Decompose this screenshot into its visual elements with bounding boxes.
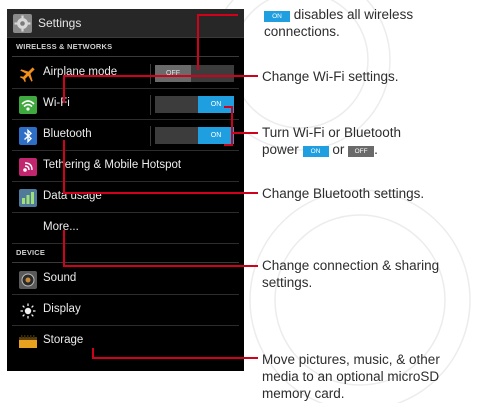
divider [150, 95, 151, 115]
callout-toggles-or: or [332, 142, 345, 157]
callout-storage-line3: memory card. [262, 386, 345, 401]
brightness-icon [18, 301, 38, 320]
settings-item-wifi[interactable]: Wi-Fi ON [12, 89, 239, 120]
callout-storage-line1: Move pictures, music, & other [262, 352, 440, 367]
speaker-icon [18, 270, 38, 289]
wifi-label: Wi-Fi [43, 97, 70, 109]
airplane-mode-toggle[interactable]: OFF [155, 65, 234, 82]
sound-label: Sound [43, 272, 77, 284]
data-usage-icon [18, 188, 38, 207]
settings-item-airplane-mode[interactable]: Airplane mode OFF [12, 58, 239, 89]
callout-bluetooth-text: Change Bluetooth settings. [262, 186, 425, 201]
on-chip: ON [302, 146, 329, 157]
toggle-state-label: ON [198, 127, 234, 144]
callout-toggles-line2: power ON or OFF. [262, 141, 476, 158]
section-header-wireless: WIRELESS & NETWORKS [12, 38, 239, 57]
toggle-state-label: OFF [155, 65, 191, 82]
divider [150, 64, 151, 84]
page-title: Settings [38, 16, 82, 30]
hotspot-icon [18, 157, 38, 176]
settings-item-storage[interactable]: Storage [12, 326, 239, 357]
section-header-device: DEVICE [12, 244, 239, 263]
settings-icon [13, 14, 32, 33]
on-chip: ON [264, 11, 290, 22]
bluetooth-toggle[interactable]: ON [155, 127, 234, 144]
action-bar: Settings [7, 9, 244, 38]
callout-storage-line2: media to an optional microSD [262, 369, 440, 384]
airplane-icon [18, 64, 38, 83]
callout-airplane: ON disables all wireless connections. [264, 6, 476, 40]
wifi-toggle[interactable]: ON [155, 96, 234, 113]
settings-item-more[interactable]: More... [12, 213, 239, 244]
off-chip: OFF [348, 146, 375, 157]
callout-toggles: Turn Wi-Fi or Bluetooth power ON or OFF. [262, 124, 476, 158]
bluetooth-icon [18, 126, 38, 145]
section-header-label: WIRELESS & NETWORKS [16, 42, 113, 51]
settings-item-display[interactable]: Display [12, 295, 239, 326]
toggle-state-label: ON [198, 96, 234, 113]
callout-more-line1: Change connection & sharing [262, 258, 440, 273]
tethering-label: Tethering & Mobile Hotspot [43, 159, 182, 171]
callout-wifi-text: Change Wi-Fi settings. [262, 69, 399, 84]
callout-wifi: Change Wi-Fi settings. [262, 68, 476, 85]
wifi-icon [18, 95, 38, 114]
airplane-mode-label: Airplane mode [43, 66, 118, 78]
callout-toggles-power: power [262, 142, 299, 157]
callout-storage: Move pictures, music, & other media to a… [262, 351, 476, 402]
callout-toggles-end: . [374, 142, 378, 157]
settings-item-bluetooth[interactable]: Bluetooth ON [12, 120, 239, 151]
settings-item-data-usage[interactable]: Data usage [12, 182, 239, 213]
callout-more-line2: settings. [262, 275, 313, 290]
section-header-label: DEVICE [16, 248, 46, 257]
callout-bluetooth: Change Bluetooth settings. [262, 185, 476, 202]
settings-item-sound[interactable]: Sound [12, 264, 239, 295]
divider [150, 126, 151, 146]
storage-label: Storage [43, 334, 84, 346]
settings-item-tethering[interactable]: Tethering & Mobile Hotspot [12, 151, 239, 182]
callout-more: Change connection & sharing settings. [262, 257, 476, 291]
sd-card-icon [18, 332, 38, 351]
data-usage-label: Data usage [43, 190, 102, 202]
phone-screen: Settings WIRELESS & NETWORKS Airplane mo… [7, 9, 244, 371]
callout-toggles-line1: Turn Wi-Fi or Bluetooth [262, 125, 402, 140]
more-label: More... [43, 221, 79, 233]
bluetooth-label: Bluetooth [43, 128, 92, 140]
display-label: Display [43, 303, 81, 315]
